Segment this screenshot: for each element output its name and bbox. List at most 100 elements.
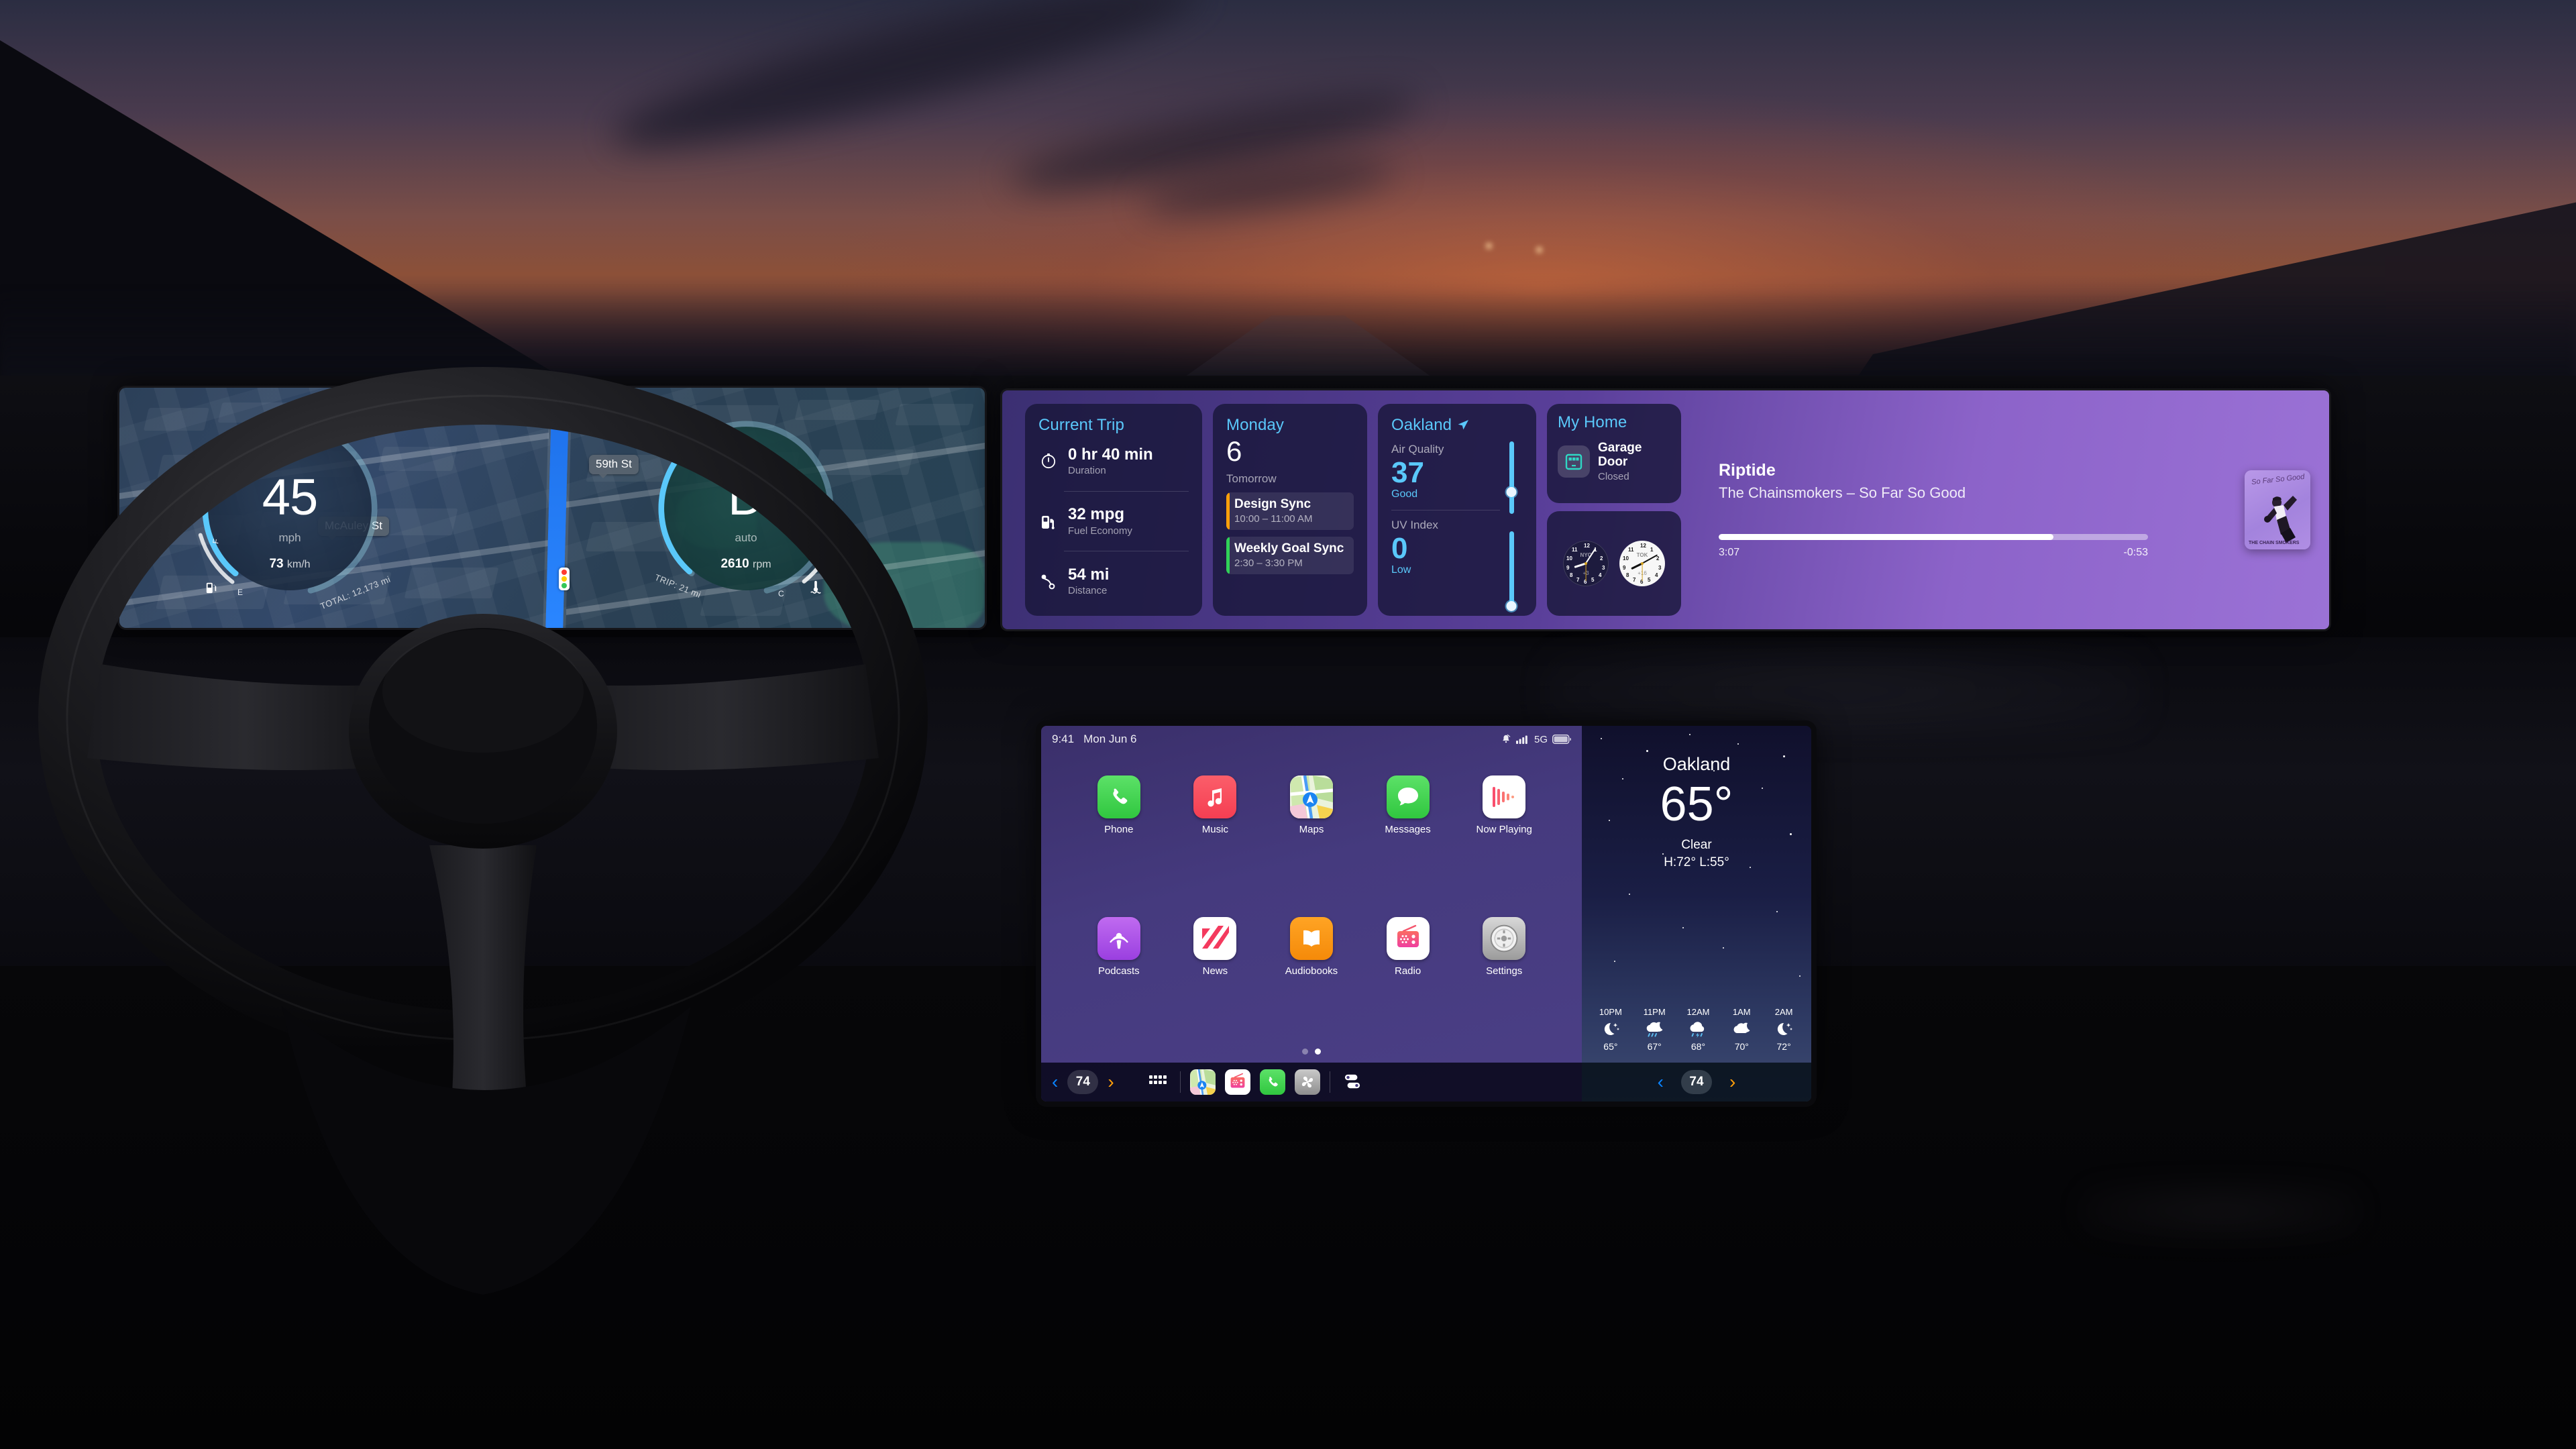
gear-rpm-gauge: D auto 2610 rpm H C TRIP: 21 mi xyxy=(649,412,843,605)
trip-mpg-value: 32 mpg xyxy=(1068,505,1125,524)
dock-radio-icon[interactable] xyxy=(1224,1069,1250,1095)
app-radio[interactable]: Radio xyxy=(1360,916,1456,1049)
app-phone[interactable]: Phone xyxy=(1071,775,1167,908)
widget-world-clocks[interactable]: 12 1 2 3 4 5 6 7 8 9 10 11 NYC +3 xyxy=(1547,511,1681,616)
calendar-day-number: 6 xyxy=(1226,435,1242,467)
hour-label: 11PM xyxy=(1643,1007,1666,1017)
chevron-right-icon[interactable]: › xyxy=(1108,1073,1114,1091)
trip-distance-label: Distance xyxy=(1068,585,1108,597)
app-label: Messages xyxy=(1385,824,1431,835)
chevron-left-icon[interactable]: ‹ xyxy=(1052,1073,1058,1091)
fuel-pump-icon xyxy=(1038,511,1059,531)
app-music[interactable]: Music xyxy=(1167,775,1264,908)
widget-air-quality[interactable]: Oakland Air Quality 37 Good UV Index 0 L… xyxy=(1378,404,1536,616)
air-quality-category: Good xyxy=(1391,488,1418,500)
trip-distance-value: 54 mi xyxy=(1068,565,1110,584)
event-color-bar xyxy=(1226,492,1230,530)
traffic-light-icon xyxy=(559,568,570,590)
app-maps[interactable]: Maps xyxy=(1263,775,1360,908)
trip-mpg-label: Fuel Economy xyxy=(1068,525,1132,537)
app-label: Podcasts xyxy=(1097,965,1140,977)
calendar-event[interactable]: Design Sync 10:00 – 11:00 AM xyxy=(1226,492,1354,530)
fan-icon[interactable] xyxy=(1294,1069,1320,1095)
dock-phone-icon[interactable] xyxy=(1259,1069,1285,1095)
hour-temp: 72° xyxy=(1776,1041,1791,1052)
clock-zone-label: TOK xyxy=(1636,552,1648,558)
trip-row: 0 hr 40 min Duration xyxy=(1038,445,1189,477)
calendar-weekday: Monday xyxy=(1226,416,1284,434)
radio-icon xyxy=(1386,916,1430,960)
widget-now-playing[interactable]: Riptide The Chainsmokers – So Far So Goo… xyxy=(1692,404,2329,616)
hour-temp: 68° xyxy=(1690,1041,1706,1052)
widget-calendar[interactable]: Monday 6 Tomorrow Design Sync 10:00 – 11… xyxy=(1213,404,1367,616)
app-news[interactable]: News xyxy=(1167,916,1264,1049)
accessory-name: Garage Door xyxy=(1598,441,1642,469)
gear-value: D xyxy=(728,469,765,526)
page-indicator[interactable] xyxy=(1041,1049,1582,1063)
widget-my-home[interactable]: My Home Garage Door Closed xyxy=(1547,404,1681,503)
uv-index-category: Low xyxy=(1391,564,1411,576)
app-label: Audiobooks xyxy=(1285,965,1338,977)
hour-temp: 67° xyxy=(1647,1041,1662,1052)
now-playing-icon xyxy=(1483,775,1526,818)
passenger-temperature[interactable]: 74 xyxy=(1681,1070,1712,1094)
status-time: 9:41 xyxy=(1052,733,1075,745)
carplay-center-screen: 9:41 Mon Jun 6 5G Phone Music Maps Messa… xyxy=(1041,726,1811,1102)
dock-maps-icon[interactable] xyxy=(1189,1069,1216,1095)
dashboard-lower-glow xyxy=(2080,1181,2361,1241)
calendar-event[interactable]: Weekly Goal Sync 2:30 – 3:30 PM xyxy=(1226,537,1354,574)
maps-icon xyxy=(1289,775,1333,818)
cellular-bars-icon xyxy=(1515,735,1529,744)
app-settings[interactable]: Settings xyxy=(1456,916,1552,1049)
artwork-logo: THE CHAIN SMOKERS xyxy=(2249,540,2300,545)
air-quality-label: Air Quality xyxy=(1391,443,1444,455)
app-podcasts[interactable]: Podcasts xyxy=(1071,916,1167,1049)
app-grid-icon[interactable] xyxy=(1145,1069,1171,1095)
speed-unit: mph xyxy=(278,531,301,544)
route-icon xyxy=(1038,572,1059,592)
cloud-bolt-rain-icon xyxy=(1687,1020,1709,1038)
trip-duration-label: Duration xyxy=(1068,465,1106,477)
location-arrow-icon xyxy=(1457,419,1469,431)
air-quality-marker xyxy=(1506,487,1517,498)
app-audiobooks[interactable]: Audiobooks xyxy=(1263,916,1360,1049)
my-home-title: My Home xyxy=(1558,413,1627,431)
weather-panel[interactable]: Oakland 65° Clear H:72° L:55° 10PM 65° 1… xyxy=(1582,726,1811,1102)
app-label: News xyxy=(1202,965,1228,977)
moon-stars-icon xyxy=(1774,1020,1794,1038)
page-dot[interactable] xyxy=(1302,1049,1308,1055)
album-artwork[interactable]: So Far So Good THE CHAIN SMOKERS xyxy=(2245,470,2310,549)
app-label: Settings xyxy=(1486,965,1523,977)
page-dot-active[interactable] xyxy=(1315,1049,1321,1055)
clock-center-pin xyxy=(1641,562,1644,565)
calendar-subtitle: Tomorrow xyxy=(1226,472,1277,485)
dashboard-scene: 58th St Racine St 59th St McAuley St 45 … xyxy=(0,0,2576,1449)
app-messages[interactable]: Messages xyxy=(1360,775,1456,908)
hour-label: 10PM xyxy=(1599,1007,1622,1017)
hour-label: 1AM xyxy=(1732,1007,1751,1017)
hourly-forecast: 10PM 65° 11PM 67° 12AM 68° 1AM 70° 2AM 7… xyxy=(1582,1007,1811,1063)
widget-current-trip[interactable]: Current Trip 0 hr 40 min Duration 32 mpg… xyxy=(1025,404,1202,616)
hourly-item: 1AM 70° xyxy=(1731,1007,1752,1052)
event-color-bar xyxy=(1226,537,1230,574)
podcasts-icon xyxy=(1097,916,1140,960)
chevron-left-icon[interactable]: ‹ xyxy=(1658,1073,1664,1091)
garage-door-icon[interactable] xyxy=(1558,445,1590,478)
chevron-right-icon[interactable]: › xyxy=(1729,1073,1735,1091)
air-quality-scale xyxy=(1506,441,1517,515)
driver-temperature[interactable]: 74 xyxy=(1067,1070,1099,1094)
sliders-icon[interactable] xyxy=(1340,1069,1365,1095)
playback-scrubber[interactable] xyxy=(1719,534,2148,540)
app-now-playing[interactable]: Now Playing xyxy=(1456,775,1552,908)
gear-mode: auto xyxy=(735,531,757,544)
track-title: Riptide xyxy=(1719,461,1776,480)
temp-cold-tick: C xyxy=(778,589,784,598)
weather-high-low: H:72° L:55° xyxy=(1664,855,1729,869)
stopwatch-icon xyxy=(1038,451,1059,471)
status-date: Mon Jun 6 xyxy=(1083,733,1137,745)
clock-zone-label: NYC xyxy=(1580,552,1592,558)
clock-center-pin xyxy=(1585,562,1587,565)
app-grid: Phone Music Maps Messages Now Playing Po… xyxy=(1041,753,1582,1049)
app-label: Maps xyxy=(1299,824,1324,835)
home-clocks-column: My Home Garage Door Closed 12 2 3 4 5 6 … xyxy=(1547,404,1681,616)
